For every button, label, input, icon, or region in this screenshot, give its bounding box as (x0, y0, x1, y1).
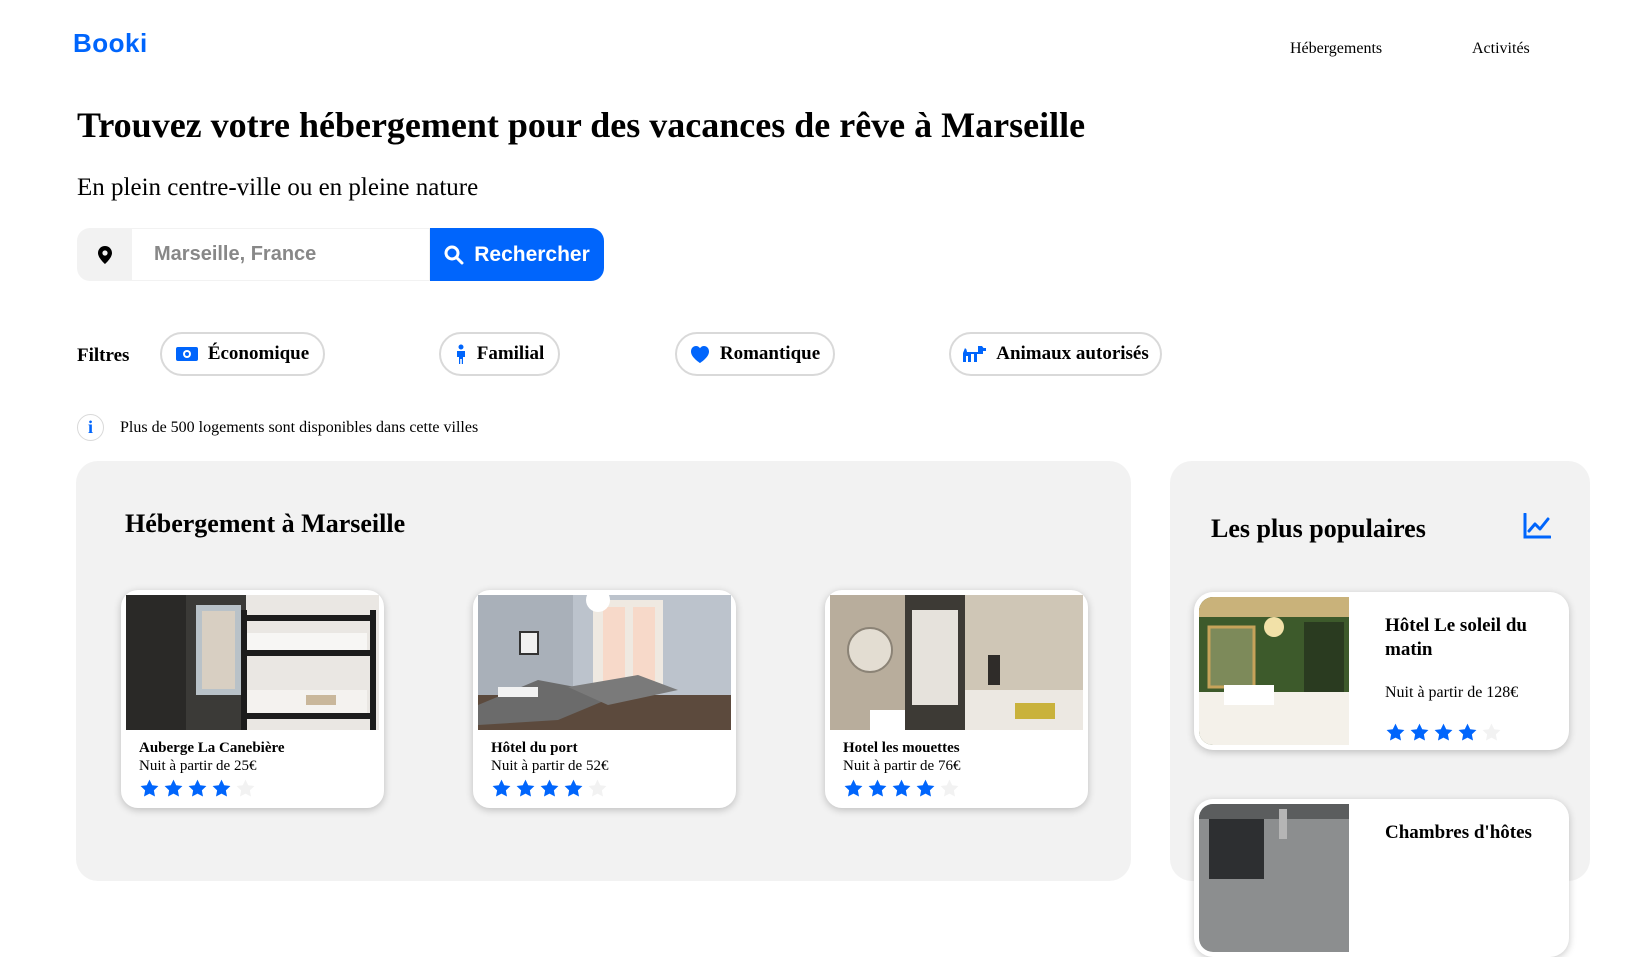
star-filled-icon (515, 778, 536, 799)
star-empty-icon (235, 778, 256, 799)
accommodation-photo (478, 595, 731, 730)
search-button[interactable]: Rechercher (430, 228, 604, 281)
page-title: Trouvez votre hébergement pour des vacan… (77, 105, 1086, 145)
star-filled-icon (1385, 722, 1406, 743)
filters-label: Filtres (77, 345, 130, 366)
page-subtitle: En plein centre-ville ou en pleine natur… (77, 174, 479, 201)
star-filled-icon (1409, 722, 1430, 743)
filter-label: Animaux autorisés (996, 343, 1149, 364)
rating-stars (1385, 722, 1502, 743)
search-input[interactable] (132, 228, 430, 281)
accommodation-price: Nuit à partir de 76€ (843, 758, 961, 774)
filter-label: Économique (207, 343, 310, 364)
popular-photo (1199, 804, 1349, 952)
star-empty-icon (587, 778, 608, 799)
money-icon (175, 347, 198, 361)
filter-label: Romantique (719, 343, 821, 364)
nav-link-activites[interactable]: Activités (1472, 40, 1530, 58)
search-icon (444, 245, 464, 264)
star-filled-icon (163, 778, 184, 799)
star-filled-icon (1457, 722, 1478, 743)
filter-label: Familial (476, 343, 545, 364)
filter-familial[interactable]: Familial (439, 332, 560, 376)
trend-chart-icon (1523, 513, 1551, 539)
star-filled-icon (563, 778, 584, 799)
popular-photo (1199, 597, 1349, 745)
accommodation-name: Hôtel du port (491, 740, 578, 756)
child-icon (456, 344, 465, 364)
star-filled-icon (867, 778, 888, 799)
accommodation-price: Nuit à partir de 52€ (491, 758, 609, 774)
star-empty-icon (939, 778, 960, 799)
booki-logo[interactable]: Booki (73, 28, 148, 59)
popular-section: Les plus populaires Hôtel Le soleil du m… (1170, 461, 1590, 957)
search-button-label: Rechercher (474, 242, 590, 266)
popular-name: Chambres d'hôtes (1385, 822, 1532, 843)
star-filled-icon (211, 778, 232, 799)
accommodation-photo (126, 595, 379, 730)
filter-animaux[interactable]: Animaux autorisés (949, 332, 1162, 376)
info-notice: i Plus de 500 logements sont disponibles… (77, 414, 478, 441)
popular-card[interactable]: Chambres d'hôtes (1194, 799, 1569, 957)
rating-stars (491, 778, 608, 799)
search-bar: Rechercher (77, 228, 604, 281)
accommodations-title: Hébergement à Marseille (125, 509, 406, 538)
location-pin-icon (77, 228, 132, 281)
rating-stars (843, 778, 960, 799)
star-empty-icon (1481, 722, 1502, 743)
star-filled-icon (1433, 722, 1454, 743)
star-filled-icon (139, 778, 160, 799)
accommodation-card[interactable]: Hotel les mouettes Nuit à partir de 76€ (825, 590, 1088, 808)
popular-name: Hôtel Le soleil du matin (1385, 615, 1527, 660)
info-text: Plus de 500 logements sont disponibles d… (120, 418, 479, 436)
accommodation-card[interactable]: Hôtel du port Nuit à partir de 52€ (473, 590, 736, 808)
filter-economique[interactable]: Économique (160, 332, 325, 376)
popular-title: Les plus populaires (1211, 514, 1426, 543)
accommodation-price: Nuit à partir de 25€ (139, 758, 257, 774)
accommodation-name: Auberge La Canebière (139, 740, 285, 756)
accommodations-section: Hébergement à Marseille Auberge La Caneb… (76, 461, 1131, 881)
accommodation-card[interactable]: Auberge La Canebière Nuit à partir de 25… (121, 590, 384, 808)
rating-stars (139, 778, 256, 799)
star-filled-icon (915, 778, 936, 799)
popular-price: Nuit à partir de 128€ (1385, 684, 1519, 701)
accommodation-photo (830, 595, 1083, 730)
star-filled-icon (491, 778, 512, 799)
star-filled-icon (539, 778, 560, 799)
star-filled-icon (891, 778, 912, 799)
star-filled-icon (187, 778, 208, 799)
star-filled-icon (843, 778, 864, 799)
dog-icon (963, 346, 987, 362)
filter-romantique[interactable]: Romantique (675, 332, 835, 376)
heart-icon (690, 346, 709, 363)
popular-card[interactable]: Hôtel Le soleil du matin Nuit à partir d… (1194, 592, 1569, 750)
accommodation-name: Hotel les mouettes (843, 740, 960, 756)
nav-link-hebergements[interactable]: Hébergements (1290, 40, 1382, 58)
info-icon: i (77, 414, 104, 441)
